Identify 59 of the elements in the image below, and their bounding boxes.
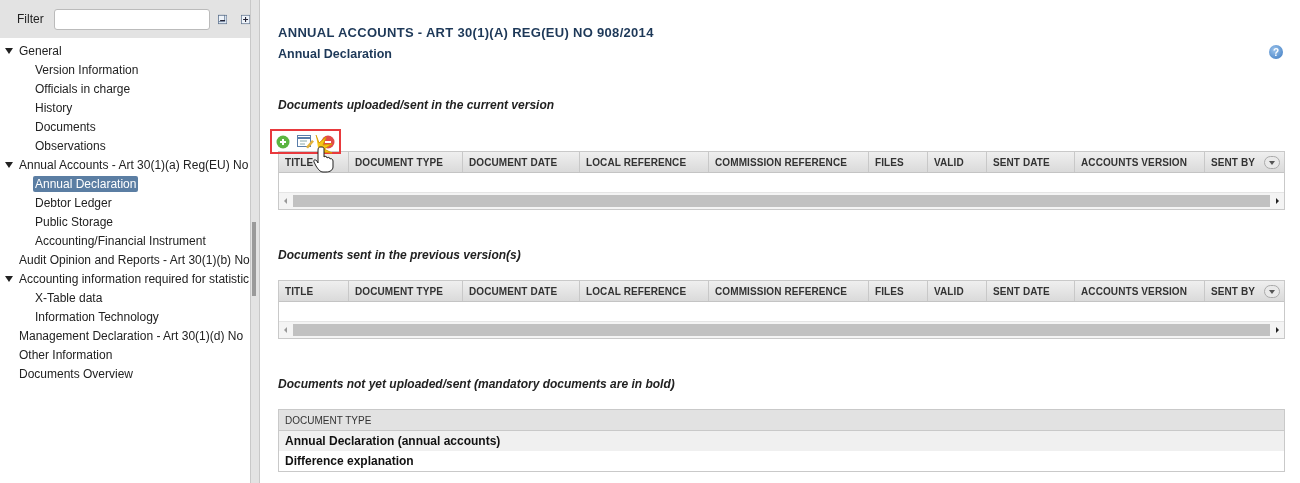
filter-label: Filter xyxy=(17,12,44,26)
column-header[interactable]: ACCOUNTS VERSION xyxy=(1075,152,1205,172)
column-header[interactable]: LOCAL REFERENCE xyxy=(580,281,709,301)
tree-item[interactable]: Version Information xyxy=(33,61,141,78)
section-heading: Documents not yet uploaded/sent (mandatory documents are in bold) xyxy=(278,377,675,391)
tree-item[interactable]: Other Information xyxy=(17,346,115,363)
page-title: ANNUAL ACCOUNTS - ART 30(1)(A) REG(EU) NO 908/2014 xyxy=(278,25,654,40)
expanded-icon[interactable] xyxy=(4,160,14,169)
column-header[interactable]: VALID xyxy=(928,152,987,172)
page-subtitle: Annual Declaration xyxy=(278,47,392,61)
tree-item[interactable]: History xyxy=(33,99,75,116)
column-header[interactable]: COMMISSION REFERENCE xyxy=(709,152,869,172)
section-heading: Documents sent in the previous version(s) xyxy=(278,248,521,262)
scrollbar-thumb[interactable] xyxy=(252,222,256,296)
tree-item[interactable]: Accounting/Financial Instrument xyxy=(33,232,208,249)
column-header[interactable]: DOCUMENT TYPE xyxy=(349,281,463,301)
column-header[interactable]: SENT BY xyxy=(1205,152,1284,172)
column-header[interactable]: LOCAL REFERENCE xyxy=(580,152,709,172)
horizontal-scrollbar[interactable] xyxy=(293,324,1270,336)
tree-item[interactable]: Officials in charge xyxy=(33,80,133,97)
column-header: DOCUMENT TYPE xyxy=(279,410,1284,431)
table-cell-text: Difference explanation xyxy=(284,453,415,470)
column-header[interactable]: DOCUMENT DATE xyxy=(463,152,580,172)
column-header[interactable]: DOCUMENT DATE xyxy=(463,281,580,301)
table-cell: Annual Declaration (annual accounts) xyxy=(279,431,1284,451)
filter-field[interactable] xyxy=(53,8,210,30)
tree-item[interactable]: General xyxy=(17,42,64,59)
tree-item[interactable]: Observations xyxy=(33,137,108,154)
column-header[interactable]: COMMISSION REFERENCE xyxy=(709,281,869,301)
edit-icon[interactable] xyxy=(297,134,314,149)
expanded-icon[interactable] xyxy=(4,46,14,55)
column-header[interactable]: SENT DATE xyxy=(987,152,1075,172)
expanded-icon[interactable] xyxy=(4,274,14,283)
collapse-all-icon[interactable] xyxy=(217,12,227,26)
horizontal-scrollbar[interactable] xyxy=(293,195,1270,207)
column-header[interactable]: SENT BY xyxy=(1205,281,1284,301)
expand-all-icon[interactable] xyxy=(240,12,250,26)
column-header[interactable]: ACCOUNTS VERSION xyxy=(1075,281,1205,301)
tree-item[interactable]: X-Table data xyxy=(33,289,105,306)
section-heading: Documents uploaded/sent in the current version xyxy=(278,98,555,112)
column-header[interactable]: FILES xyxy=(869,152,928,172)
tree-item[interactable]: Documents xyxy=(33,118,98,135)
column-header[interactable]: DOCUMENT TYPE xyxy=(349,152,463,172)
column-header[interactable]: SENT DATE xyxy=(987,281,1075,301)
tree-item[interactable]: Debtor Ledger xyxy=(33,194,114,211)
tree-item[interactable]: Audit Opinion and Reports - Art 30(1)(b) No xyxy=(17,251,250,268)
tree-item[interactable]: Annual Declaration xyxy=(33,175,139,192)
tree-item[interactable]: Management Declaration - Art 30(1)(d) No xyxy=(17,327,246,344)
tree-item[interactable]: Public Storage xyxy=(33,213,116,230)
column-menu-icon[interactable] xyxy=(1264,155,1280,169)
column-header[interactable]: FILES xyxy=(869,281,928,301)
column-header[interactable]: TITLE xyxy=(279,281,349,301)
add-icon[interactable] xyxy=(276,134,290,149)
column-menu-icon[interactable] xyxy=(1264,284,1280,298)
tree-item[interactable]: Annual Accounts - Art 30(1)(a) Reg(EU) No xyxy=(17,156,250,173)
tree-item[interactable]: Information Technology xyxy=(33,308,161,325)
tree-item[interactable]: Accounting information required for statistic xyxy=(17,270,250,287)
column-header[interactable]: VALID xyxy=(928,281,987,301)
tree-item[interactable]: Documents Overview xyxy=(17,365,136,382)
